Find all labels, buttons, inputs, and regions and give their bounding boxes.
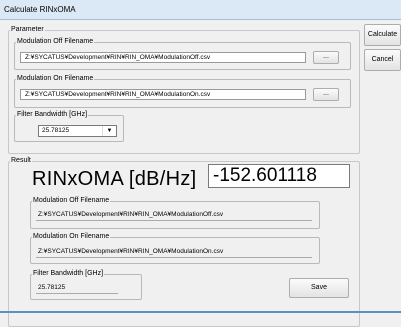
result-mod-off-field: Z:¥SYCATUS¥Development¥RIN¥RIN_OMA¥Modul… bbox=[36, 210, 312, 221]
param-filter-label: Filter Bandwidth [GHz] bbox=[17, 111, 88, 118]
result-legend: Result bbox=[11, 157, 31, 164]
calculate-button[interactable]: Calculate bbox=[364, 24, 401, 46]
param-mod-off-field[interactable]: Z:¥SYCATUS¥Development¥RIN¥RIN_OMA¥Modul… bbox=[20, 52, 306, 63]
filter-bandwidth-select[interactable]: 25.78125 ▼ bbox=[38, 125, 117, 137]
param-mod-on-field[interactable]: Z:¥SYCATUS¥Development¥RIN¥RIN_OMA¥Modul… bbox=[20, 89, 306, 100]
save-button[interactable]: Save bbox=[289, 278, 349, 298]
dialog-body: Calculate Cancel Parameter Modulation Of… bbox=[0, 20, 401, 327]
result-title: RINxOMA [dB/Hz] bbox=[32, 168, 197, 190]
browse-mod-off-button[interactable]: ... bbox=[313, 51, 339, 64]
result-filter-label: Filter Bandwidth [GHz] bbox=[33, 270, 104, 277]
result-mod-on-field: Z:¥SYCATUS¥Development¥RIN¥RIN_OMA¥Modul… bbox=[36, 247, 312, 258]
title-bar: Calculate RINxOMA bbox=[0, 0, 401, 20]
result-value-field[interactable]: -152.601118 bbox=[208, 164, 350, 188]
browse-mod-on-button[interactable]: ... bbox=[313, 88, 339, 101]
cancel-button[interactable]: Cancel bbox=[364, 49, 401, 71]
result-mod-on-label: Modulation On Filename bbox=[33, 233, 110, 240]
parameter-legend: Parameter bbox=[11, 26, 44, 33]
param-mod-on-label: Modulation On Filename bbox=[17, 75, 94, 82]
filter-bandwidth-value: 25.78125 bbox=[42, 127, 70, 134]
param-mod-off-label: Modulation Off Filename bbox=[17, 38, 94, 45]
window-title: Calculate RINxOMA bbox=[4, 5, 76, 14]
result-mod-off-label: Modulation Off Filename bbox=[33, 197, 110, 204]
chevron-down-icon[interactable]: ▼ bbox=[102, 126, 116, 136]
result-filter-field: 25.78125 bbox=[36, 283, 118, 294]
